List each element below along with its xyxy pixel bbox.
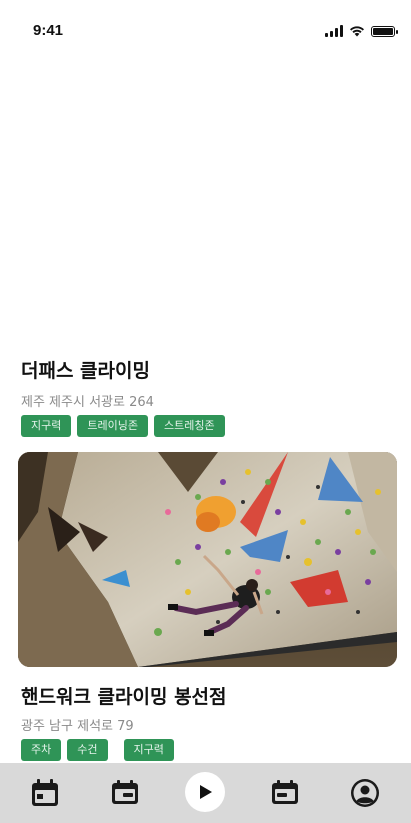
battery-icon	[371, 25, 398, 37]
gym-name: 핸드워크 클라이밍 봉선점	[21, 686, 227, 708]
tag-badge: 지구력	[123, 739, 174, 761]
battery-level	[373, 27, 393, 35]
ticket-icon	[112, 780, 138, 804]
tag-badge: 트레이닝존	[77, 415, 148, 437]
bottom-tab-bar	[0, 763, 411, 823]
climbing-wall-photo[interactable]	[18, 452, 397, 667]
tab-profile[interactable]	[349, 777, 381, 809]
play-button[interactable]	[185, 772, 225, 812]
climbing-wall-illustration	[18, 452, 397, 667]
tag-badge: 지구력	[21, 415, 72, 437]
status-time: 9:41	[33, 22, 64, 39]
ticket-icon	[272, 780, 298, 804]
tag-badge: 수건	[67, 739, 108, 761]
tab-calendar[interactable]	[29, 777, 61, 809]
gym-tags: 주차 수건 지구력	[21, 739, 397, 761]
tab-ticket-2[interactable]	[269, 777, 301, 809]
wifi-icon	[350, 26, 364, 37]
status-icons	[325, 25, 398, 37]
cellular-signal-icon	[325, 25, 343, 37]
gym-card[interactable]: 더패스 클라이밍 제주 제주시 서광로 264 지구력 트레이닝존 스트레칭존	[18, 356, 397, 437]
gym-address: 제주 제주시 서광로 264	[21, 395, 154, 410]
gym-name: 더패스 클라이밍	[21, 360, 150, 382]
play-icon	[200, 785, 212, 799]
profile-icon	[351, 779, 379, 807]
tag-badge: 스트레칭존	[153, 415, 225, 437]
gym-tags: 지구력 트레이닝존 스트레칭존	[21, 415, 397, 437]
tab-ticket[interactable]	[109, 777, 141, 809]
calendar-icon	[32, 779, 58, 806]
gym-card[interactable]: 핸드워크 클라이밍 봉선점 광주 남구 제석로 79 주차 수건 지구력	[18, 452, 397, 761]
tag-badge: 주차	[21, 739, 62, 761]
gym-address: 광주 남구 제석로 79	[21, 719, 134, 734]
status-bar: 9:41	[0, 0, 411, 60]
